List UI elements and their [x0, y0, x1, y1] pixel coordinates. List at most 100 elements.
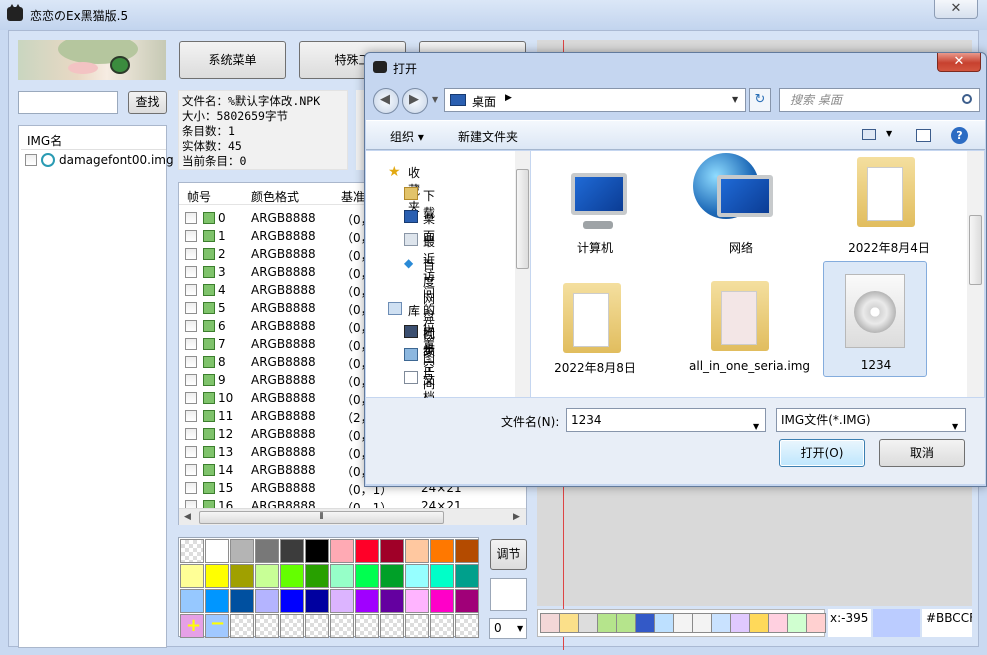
address-bar[interactable]: 桌面 ▶ ▼ [444, 88, 746, 112]
zoom-tool-icon[interactable] [654, 613, 674, 633]
history-dropdown-icon[interactable]: ▼ [432, 95, 438, 104]
frame-checkbox[interactable] [185, 464, 197, 476]
color-swatch[interactable] [305, 589, 329, 613]
filetype-select[interactable]: IMG文件(*.IMG) ▼ [776, 408, 966, 432]
help-icon[interactable]: ? [951, 127, 968, 144]
col-frame-no[interactable]: 帧号 [187, 188, 211, 205]
color-palette[interactable]: + − [178, 537, 479, 638]
pen-tool-icon[interactable] [711, 613, 731, 633]
cat-face-tool-icon[interactable] [616, 613, 636, 633]
find-button[interactable]: 查找 [128, 91, 167, 114]
line-tool-icon[interactable] [730, 613, 750, 633]
frame-checkbox[interactable] [185, 338, 197, 350]
color-swatch[interactable] [205, 564, 229, 588]
grid-tool-icon[interactable] [540, 613, 560, 633]
frame-checkbox[interactable] [185, 356, 197, 368]
frame-table-hscroll[interactable]: ◀ ⦀ ▶ [179, 508, 526, 525]
color-swatch[interactable] [280, 539, 304, 563]
crumb-arrow-icon[interactable]: ▶ [505, 93, 512, 103]
file-item-folder-aug8[interactable]: 2022年8月8日 [543, 269, 647, 385]
img-list-item[interactable]: damagefont00.img [23, 152, 174, 170]
cat-tool-icon[interactable] [597, 613, 617, 633]
color-swatch[interactable] [380, 589, 404, 613]
organize-menu[interactable]: 组织 ▾ [390, 128, 424, 145]
bucket-tool-icon[interactable] [806, 613, 826, 633]
file-item-folder-aug4[interactable]: 2022年8月4日 [837, 151, 941, 267]
paw-tool-icon[interactable] [635, 613, 655, 633]
file-item-all-in-one[interactable]: all_in_one_seria.img [689, 269, 810, 385]
transparent-swatch[interactable] [255, 614, 279, 638]
dialog-close-button[interactable]: ✕ [937, 53, 981, 72]
forward-button[interactable]: ▶ [402, 88, 428, 114]
cancel-button[interactable]: 取消 [879, 439, 965, 467]
frame-checkbox[interactable] [185, 446, 197, 458]
filetype-dropdown-icon[interactable]: ▼ [952, 416, 958, 438]
color-swatch[interactable] [330, 539, 354, 563]
crop-tool-icon[interactable] [673, 613, 693, 633]
color-swatch[interactable] [280, 589, 304, 613]
col-base[interactable]: 基准 [341, 188, 365, 205]
main-close-button[interactable]: ✕ [934, 0, 978, 19]
frame-checkbox[interactable] [185, 212, 197, 224]
color-swatch[interactable] [205, 539, 229, 563]
frame-checkbox[interactable] [185, 248, 197, 260]
color-swatch[interactable] [330, 589, 354, 613]
color-swatch[interactable] [380, 539, 404, 563]
frame-checkbox[interactable] [185, 374, 197, 386]
new-folder-button[interactable]: 新建文件夹 [458, 128, 518, 145]
color-swatch[interactable] [255, 589, 279, 613]
color-swatch[interactable] [255, 564, 279, 588]
color-swatch[interactable] [230, 539, 254, 563]
transparent-swatch[interactable] [405, 614, 429, 638]
transparent-swatch[interactable] [380, 614, 404, 638]
filename-dropdown-icon[interactable]: ▼ [753, 416, 759, 438]
eyedropper-tool-icon[interactable] [787, 613, 807, 633]
color-swatch[interactable] [280, 564, 304, 588]
palette-tool-icon[interactable] [559, 613, 579, 633]
adjust-button[interactable]: 调节 [490, 539, 527, 570]
color-swatch[interactable] [330, 564, 354, 588]
nav-scrollbar[interactable] [515, 151, 530, 397]
dialog-search-input[interactable]: 搜索 桌面 [779, 88, 980, 112]
rect-tool-icon[interactable] [749, 613, 769, 633]
transparent-swatch[interactable] [455, 614, 479, 638]
file-view[interactable]: 计算机 网络 2022年8月4日 2022年8月8日 all_in_one_se… [531, 151, 967, 397]
preview-pane-icon[interactable] [916, 129, 931, 142]
color-swatch[interactable] [430, 564, 454, 588]
add-color-swatch[interactable]: + [180, 614, 204, 638]
address-dropdown-icon[interactable]: ▼ [732, 95, 738, 104]
frame-checkbox[interactable] [185, 482, 197, 494]
color-swatch[interactable] [355, 564, 379, 588]
refresh-button[interactable]: ↻ [749, 88, 771, 112]
hscroll-thumb[interactable]: ⦀ [199, 511, 444, 524]
color-swatch[interactable] [405, 539, 429, 563]
color-swatch[interactable] [355, 589, 379, 613]
file-scroll-thumb[interactable] [969, 215, 982, 285]
color-swatch[interactable] [455, 589, 479, 613]
color-swatch[interactable] [305, 539, 329, 563]
system-menu-button[interactable]: 系统菜单 [179, 41, 286, 79]
color-swatch[interactable] [455, 564, 479, 588]
frame-checkbox[interactable] [185, 230, 197, 242]
transparent-swatch[interactable] [180, 539, 204, 563]
frame-checkbox[interactable] [185, 302, 197, 314]
frame-checkbox[interactable] [185, 410, 197, 422]
frame-checkbox[interactable] [185, 266, 197, 278]
transparent-swatch[interactable] [230, 614, 254, 638]
transparent-swatch[interactable] [280, 614, 304, 638]
color-swatch[interactable] [430, 589, 454, 613]
color-swatch[interactable] [230, 564, 254, 588]
img-search-input[interactable] [18, 91, 118, 114]
color-swatch[interactable] [455, 539, 479, 563]
color-swatch[interactable] [355, 539, 379, 563]
color-swatch[interactable] [230, 589, 254, 613]
color-swatch[interactable] [305, 564, 329, 588]
address-crumb[interactable]: 桌面 [472, 93, 496, 110]
color-swatch[interactable] [180, 589, 204, 613]
file-view-scrollbar[interactable] [967, 151, 984, 397]
back-button[interactable]: ◀ [373, 88, 399, 114]
color-swatch[interactable] [405, 589, 429, 613]
transparent-swatch[interactable] [355, 614, 379, 638]
view-icon[interactable] [862, 129, 876, 140]
transparent-swatch[interactable] [305, 614, 329, 638]
